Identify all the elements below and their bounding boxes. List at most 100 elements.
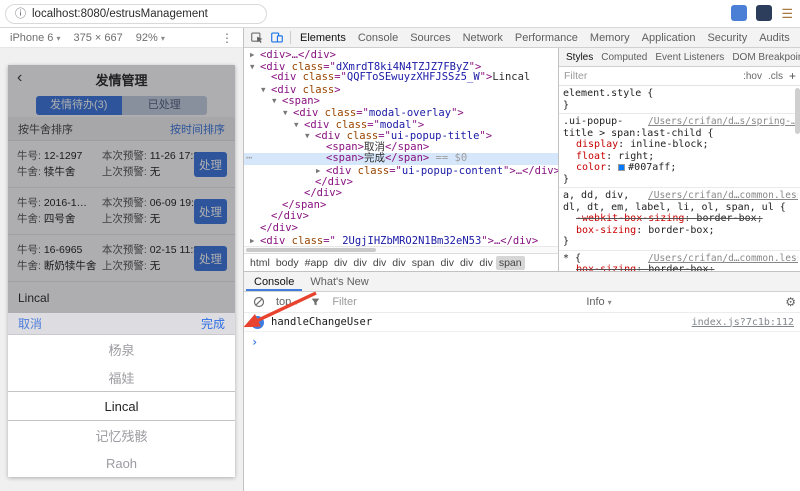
tree-node[interactable]: ▼ <div class="modal">: [244, 119, 558, 131]
tree-node[interactable]: ⋯ <span>完成</span> == $0: [244, 153, 558, 165]
tab-elements[interactable]: Elements: [294, 28, 352, 47]
breadcrumb-item[interactable]: div: [476, 256, 495, 270]
tree-node[interactable]: ▶ <div>…</div>: [244, 49, 558, 61]
console-settings-icon[interactable]: ⚙: [785, 295, 796, 309]
stylesheet-link[interactable]: /Users/crifan/d…common.less:90: [648, 190, 798, 202]
styles-tab-dom-breakpoints[interactable]: DOM Breakpoints: [728, 52, 800, 63]
tab-console[interactable]: Console: [352, 28, 404, 47]
breadcrumb-item[interactable]: div: [331, 256, 350, 270]
css-property[interactable]: -webkit-box-sizing: border-box;: [563, 213, 798, 225]
element-style-selector[interactable]: element.style: [563, 88, 641, 99]
tab-performance[interactable]: Performance: [509, 28, 584, 47]
css-property[interactable]: color: #007aff;: [563, 162, 798, 174]
twisty-icon[interactable]: ▼: [294, 119, 304, 131]
horizontal-scrollbar[interactable]: [244, 246, 558, 253]
chevron-down-icon: ▾: [294, 297, 299, 307]
stylesheet-link[interactable]: /Users/crifan/d…s/spring-…:191: [648, 116, 798, 128]
breadcrumb-item[interactable]: div: [370, 256, 389, 270]
styles-filter-input[interactable]: [564, 70, 744, 82]
stylesheet-link[interactable]: /Users/crifan/d…common.less:15: [648, 253, 798, 265]
picker-modal: 取消 完成 杨泉 福娃 Lincal 记忆残骸 Raoh: [8, 313, 235, 477]
console-prompt[interactable]: ›: [244, 332, 800, 352]
tab-security[interactable]: Security: [701, 28, 753, 47]
clear-console-icon[interactable]: [249, 293, 269, 311]
twisty-icon[interactable]: ▼: [305, 130, 315, 142]
console-tab-console[interactable]: Console: [246, 272, 302, 291]
tab-application[interactable]: Application: [636, 28, 702, 47]
page-info-icon[interactable]: ⓘ: [15, 8, 26, 20]
css-property[interactable]: box-sizing: border-box;: [563, 225, 798, 237]
tab-memory[interactable]: Memory: [584, 28, 636, 47]
tab-sources[interactable]: Sources: [404, 28, 456, 47]
breadcrumb-item[interactable]: #app: [302, 256, 331, 270]
modal-overlay[interactable]: [8, 65, 235, 313]
extension-blue-icon[interactable]: [731, 5, 748, 21]
extension-dark-icon[interactable]: [756, 5, 773, 21]
breadcrumb-item[interactable]: div: [350, 256, 369, 270]
tree-node[interactable]: ▼ <div class="modal-overlay">: [244, 107, 558, 119]
twisty-icon[interactable]: ▶: [250, 49, 260, 61]
zoom-select[interactable]: 92% ▾: [136, 32, 165, 44]
breadcrumb-item[interactable]: html: [247, 256, 273, 270]
tree-node[interactable]: </div>: [244, 222, 558, 235]
node-menu-icon[interactable]: ⋯: [246, 153, 252, 165]
twisty-icon[interactable]: ▼: [283, 107, 293, 119]
picker-option[interactable]: Lincal: [8, 391, 235, 421]
tree-node[interactable]: ▼ <div class>: [244, 84, 558, 96]
cls-toggle[interactable]: .cls: [768, 71, 783, 82]
device-viewport: ‹ 发情管理 发情待办(3) 已处理 按牛舍排序 按时间排序 牛号: 12-129…: [0, 48, 243, 491]
breadcrumb-item[interactable]: div: [438, 256, 457, 270]
tree-node[interactable]: ▼ <span>: [244, 95, 558, 108]
tree-node[interactable]: <div class="QQFToSEwuyzXHFJSSz5_W">Linca…: [244, 71, 558, 84]
styles-tab-styles[interactable]: Styles: [562, 52, 597, 63]
styles-tabs: Styles Computed Event Listeners DOM Breakpo…: [559, 48, 800, 67]
tree-node[interactable]: ▶ <div class="ui-popup-content">…</div>: [244, 165, 558, 177]
elements-tree: ▶ <div>…</div> ▼ <div class="dXmrdT8ki4N4TZ…: [244, 48, 558, 246]
twisty-icon[interactable]: ▼: [272, 95, 282, 107]
picker-done-button[interactable]: 完成: [201, 315, 225, 332]
devtools: Elements Console Sources Network Performance…: [243, 28, 800, 491]
execution-context-select[interactable]: top ▾: [276, 296, 298, 308]
console-filter-input[interactable]: [332, 296, 518, 308]
console-tab-what-s-new[interactable]: What's New: [302, 272, 376, 291]
css-property[interactable]: float: right;: [563, 151, 798, 163]
twisty-icon[interactable]: ▼: [250, 61, 260, 73]
tree-node[interactable]: </div>: [244, 176, 558, 189]
inspect-icon[interactable]: [247, 29, 267, 47]
log-level-select[interactable]: Info ▾: [586, 296, 611, 308]
tab-audits[interactable]: Audits: [753, 28, 796, 47]
scrollbar-thumb[interactable]: [246, 248, 376, 252]
picker-option[interactable]: Raoh: [8, 449, 235, 477]
picker-option[interactable]: 杨泉: [8, 335, 235, 363]
twisty-icon[interactable]: ▼: [261, 84, 271, 96]
hov-toggle[interactable]: :hov: [743, 71, 762, 82]
breadcrumb-item[interactable]: div: [389, 256, 408, 270]
color-swatch[interactable]: [618, 164, 626, 171]
vertical-scrollbar[interactable]: [795, 88, 800, 134]
breadcrumb-item[interactable]: span: [409, 256, 438, 270]
styles-tab-event-listeners[interactable]: Event Listeners: [651, 52, 728, 63]
picker-option[interactable]: 记忆残骸: [8, 421, 235, 449]
breadcrumb-item[interactable]: span: [495, 255, 525, 270]
breadcrumb-item[interactable]: body: [273, 256, 302, 270]
twisty-icon[interactable]: ▶: [250, 235, 260, 247]
device-toolbar-menu-icon[interactable]: ⋮: [221, 31, 233, 45]
address-bar[interactable]: ⓘ localhost:8080/estrusManagement: [5, 4, 267, 24]
breadcrumb-item[interactable]: div: [457, 256, 476, 270]
css-property[interactable]: display: inline-block;: [563, 139, 798, 151]
console-message: 2 handleChangeUser index.js?7c1b:112: [244, 313, 800, 332]
devtools-tabs: Elements Console Sources Network Performance…: [294, 28, 796, 47]
styles-content: element.style { } /Users/crifan/d…s/spri…: [559, 86, 800, 271]
picker-cancel-button[interactable]: 取消: [18, 315, 42, 332]
styles-tab-computed[interactable]: Computed: [597, 52, 651, 63]
source-link[interactable]: index.js?7c1b:112: [692, 317, 794, 328]
device-dimensions: 375 × 667: [73, 31, 123, 44]
tree-node[interactable]: ▶ <div class="_2UgjIHZbMRO2N1Bm32eN53">…<…: [244, 235, 558, 247]
new-style-rule-button[interactable]: +: [789, 69, 796, 83]
device-select[interactable]: iPhone 6 ▾: [10, 32, 61, 44]
device-toggle-icon[interactable]: [267, 29, 287, 47]
css-property[interactable]: box-sizing: border-box;: [563, 264, 798, 271]
picker-option[interactable]: 福娃: [8, 363, 235, 391]
browser-menu-icon[interactable]: ☰: [781, 7, 793, 20]
tab-network[interactable]: Network: [457, 28, 509, 47]
